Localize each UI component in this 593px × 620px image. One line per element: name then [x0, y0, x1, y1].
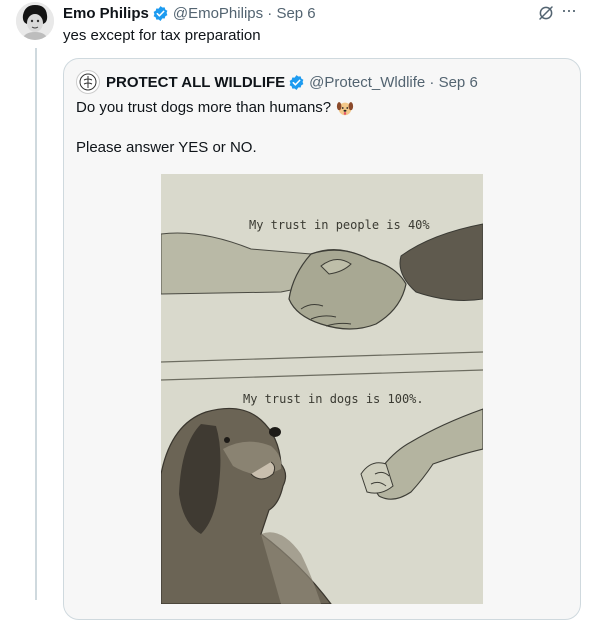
quote-text-line1: Do you trust dogs more than humans? [76, 99, 332, 116]
author-name[interactable]: Emo Philips [63, 5, 149, 22]
quote-author-row: PROTECT ALL WILDLIFE @Protect_Wldlife · … [76, 70, 478, 94]
tweet-text: yes except for tax preparation [63, 27, 261, 44]
avatar-photo [16, 2, 54, 40]
dog-face-emoji-icon [337, 102, 354, 116]
handshake-illustration [161, 174, 483, 604]
grok-icon[interactable] [537, 4, 555, 22]
wildlife-logo-icon[interactable] [76, 70, 100, 94]
verified-badge-icon [289, 74, 304, 90]
tweet-author-row: Emo Philips @EmoPhilips · Sep 6 [63, 2, 316, 24]
quote-author-name[interactable]: PROTECT ALL WILDLIFE [106, 74, 285, 91]
quote-text-line1-row: Do you trust dogs more than humans? [76, 97, 354, 119]
quote-author-handle-date[interactable]: @Protect_Wldlife · Sep 6 [309, 74, 478, 91]
more-dots-icon[interactable]: ··· [561, 1, 583, 22]
quoted-tweet[interactable]: PROTECT ALL WILDLIFE @Protect_Wldlife · … [63, 58, 581, 620]
verified-badge-icon [153, 5, 168, 21]
image-caption-bottom: My trust in dogs is 100%. [243, 392, 424, 406]
quote-text-line2: Please answer YES or NO. [76, 139, 257, 156]
image-caption-top: My trust in people is 40% [249, 218, 430, 232]
author-handle-date[interactable]: @EmoPhilips · Sep 6 [173, 5, 316, 22]
thread-line [35, 48, 37, 600]
avatar[interactable] [16, 2, 54, 40]
quote-image[interactable]: My trust in people is 40% My trust in do… [161, 174, 483, 604]
